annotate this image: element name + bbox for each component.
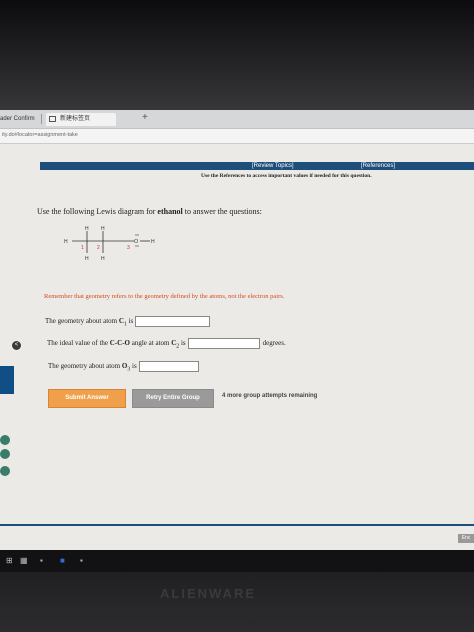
app-icon[interactable]: ▪ <box>80 556 83 565</box>
side-tool-icon[interactable] <box>0 435 10 445</box>
item-2-suffix: is <box>179 339 186 348</box>
h-left: H <box>64 239 68 245</box>
oxygen-atom: O <box>134 239 139 245</box>
question-prefix: Use the following Lewis diagram for <box>37 207 158 216</box>
item-3-suffix: is <box>130 362 137 371</box>
h-top-1: H <box>85 226 89 232</box>
side-panel-tab[interactable] <box>0 366 14 394</box>
tab-order-confirm[interactable]: ader Confirm <box>0 113 40 126</box>
monitor-brand: ALIENWARE <box>160 586 256 601</box>
review-topics-link[interactable]: [Review Topics] <box>252 162 294 170</box>
tab-new-page[interactable]: 新建标签页 <box>46 113 116 126</box>
question-suffix: to answer the questions: <box>182 207 262 216</box>
atom-label-1: 1 <box>81 245 84 251</box>
question-item-2: The ideal value of the C-C-O angle at at… <box>47 338 286 350</box>
assignment-page: [Review Topics] [References] Use the Ref… <box>0 144 474 550</box>
question-item-3: The geometry about atom O3 is <box>48 361 199 373</box>
address-bar[interactable]: ity.do#locator=assignment-take <box>0 129 474 144</box>
monitor-bezel-bottom <box>0 572 474 632</box>
os-taskbar: ⊞ ▦ ▪ ■ ▪ <box>0 550 474 572</box>
side-tool-icon[interactable] <box>0 449 10 459</box>
h-right: H <box>151 239 155 245</box>
monitor-bezel-top <box>0 0 474 112</box>
atom-label-2: 2 <box>97 245 100 251</box>
retry-group-button[interactable]: Retry Entire Group <box>132 389 214 408</box>
tab-new-page-label: 新建标签页 <box>60 116 91 122</box>
item-1-prefix: The geometry about atom <box>45 317 119 326</box>
lone-pair-dot <box>135 234 137 236</box>
collapse-arrow-icon[interactable]: < <box>11 340 22 351</box>
item-2-prefix: The ideal value of the <box>47 339 110 348</box>
lone-pair-dot <box>135 245 137 247</box>
side-tool-icon[interactable] <box>0 466 10 476</box>
question-item-1: The geometry about atom C1 is <box>45 316 211 328</box>
task-view-icon[interactable]: ▦ <box>20 556 28 565</box>
angle-c2-answer-input[interactable] <box>187 338 260 349</box>
submit-answer-button[interactable]: Submit Answer <box>48 389 126 408</box>
item-3-prefix: The geometry about atom <box>48 362 122 371</box>
h-bottom-2: H <box>101 256 105 262</box>
references-note: Use the References to access important v… <box>201 173 372 179</box>
new-tab-button[interactable]: + <box>142 112 148 123</box>
item-2-middle: angle at atom <box>130 339 172 348</box>
lone-pair-dot <box>137 234 139 236</box>
app-icon[interactable]: ▪ <box>40 556 43 565</box>
geometry-o3-answer-input[interactable] <box>138 361 199 372</box>
url-text: ity.do#locator=assignment-take <box>2 132 78 138</box>
attempts-remaining-text: 4 more group attempts remaining <box>222 393 318 399</box>
browser-window: ader Confirm 新建标签页 + ity.do#locator=assi… <box>0 110 474 550</box>
end-button[interactable]: Enc <box>458 534 474 543</box>
question-text: Use the following Lewis diagram for etha… <box>37 207 262 216</box>
geometry-c1-answer-input[interactable] <box>135 316 211 327</box>
h-bottom-1: H <box>85 256 89 262</box>
windows-start-icon[interactable]: ⊞ <box>6 556 13 565</box>
item-2-bold: C-C-O <box>109 339 130 348</box>
tab-bar: ader Confirm 新建标签页 + <box>0 110 474 129</box>
lewis-diagram: H H H H H H O 1 2 3 <box>64 226 155 262</box>
browser-app-icon[interactable]: ■ <box>60 556 65 565</box>
tab-separator <box>41 114 42 124</box>
h-top-2: H <box>101 226 105 232</box>
page-icon <box>49 116 56 122</box>
degrees-unit: degrees. <box>262 339 286 348</box>
geometry-hint: Remember that geometry refers to the geo… <box>44 293 285 300</box>
atom-label-3: 3 <box>127 245 130 251</box>
footer-divider <box>0 524 474 526</box>
item-1-suffix: is <box>126 317 134 326</box>
compound-name: ethanol <box>157 207 183 216</box>
references-link[interactable]: [References] <box>361 162 395 170</box>
lone-pair-dot <box>137 245 139 247</box>
